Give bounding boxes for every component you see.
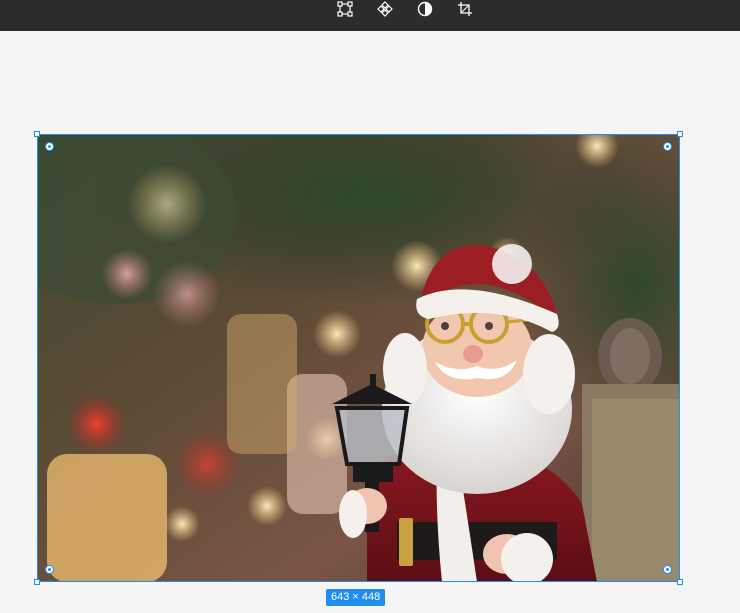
contrast-icon: [417, 1, 433, 17]
crop-tool-button[interactable]: [454, 0, 476, 18]
corner-radius-handle-bottom-left[interactable]: [45, 565, 54, 574]
component-icon: [377, 1, 393, 17]
dimension-badge: 643 × 448: [326, 589, 386, 606]
resize-handle-top-left[interactable]: [34, 131, 40, 137]
resize-handle-bottom-left[interactable]: [34, 579, 40, 585]
adjust-tool-button[interactable]: [414, 0, 436, 18]
corner-radius-handle-top-right[interactable]: [663, 142, 672, 151]
resize-handle-bottom-right[interactable]: [677, 579, 683, 585]
corner-radius-handle-top-left[interactable]: [45, 142, 54, 151]
santa-photo: [37, 134, 680, 582]
corner-radius-handle-bottom-right[interactable]: [663, 565, 672, 574]
crop-icon: [458, 2, 472, 16]
image-frame[interactable]: [37, 134, 680, 582]
transform-icon: [337, 1, 353, 17]
transform-tool-button[interactable]: [334, 0, 356, 18]
resize-handle-top-right[interactable]: [677, 131, 683, 137]
component-tool-button[interactable]: [374, 0, 396, 18]
top-toolbar: [0, 0, 740, 31]
